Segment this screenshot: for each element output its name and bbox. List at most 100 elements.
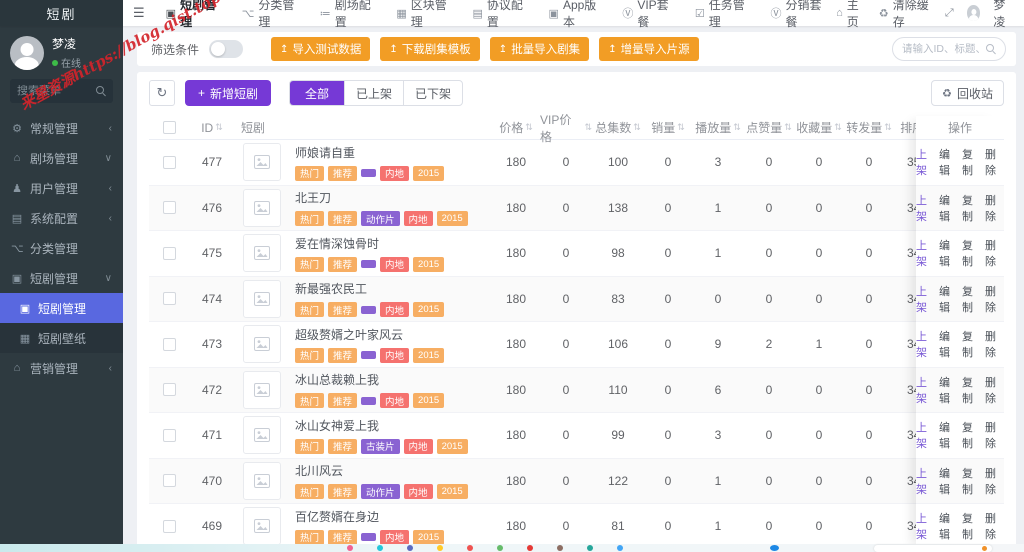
publish-link[interactable]: 上架 xyxy=(916,192,935,224)
select-all-checkbox[interactable] xyxy=(162,121,176,134)
recycle-bin-button[interactable]: ♻ 回收站 xyxy=(931,80,1004,106)
user-avatar-small[interactable] xyxy=(966,5,981,21)
edit-link[interactable]: 编辑 xyxy=(939,374,958,406)
menu-search-input[interactable] xyxy=(17,85,96,97)
publish-link[interactable]: 上架 xyxy=(916,374,935,406)
edit-link[interactable]: 编辑 xyxy=(939,146,958,178)
row-checkbox[interactable] xyxy=(162,201,176,215)
topnav-item[interactable]: ▣ App版本 xyxy=(538,0,612,29)
sidebar-item[interactable]: ▣ 短剧管理 xyxy=(0,293,123,323)
delete-link[interactable]: 删除 xyxy=(985,465,1004,497)
row-checkbox[interactable] xyxy=(162,383,176,397)
sort-icon[interactable]: ⇅ xyxy=(525,122,533,133)
sidebar-item[interactable]: ▤ 系统配置 ‹ xyxy=(0,203,123,233)
menu-search[interactable] xyxy=(10,79,113,103)
sidebar-item[interactable]: ⌥ 分类管理 xyxy=(0,233,123,263)
search-icon[interactable] xyxy=(96,86,106,96)
publish-link[interactable]: 上架 xyxy=(916,465,935,497)
copy-link[interactable]: 复制 xyxy=(962,419,981,451)
copy-link[interactable]: 复制 xyxy=(962,192,981,224)
edit-link[interactable]: 编辑 xyxy=(939,283,958,315)
row-checkbox[interactable] xyxy=(162,474,176,488)
row-checkbox[interactable] xyxy=(162,246,176,260)
delete-link[interactable]: 删除 xyxy=(985,146,1004,178)
delete-link[interactable]: 删除 xyxy=(985,192,1004,224)
copy-link[interactable]: 复制 xyxy=(962,237,981,269)
copy-link[interactable]: 复制 xyxy=(962,374,981,406)
copy-link[interactable]: 复制 xyxy=(962,465,981,497)
table-search-input[interactable] xyxy=(902,43,982,55)
fullscreen-button[interactable]: ⤢ xyxy=(945,7,954,20)
topnav-item[interactable]: Ⓥ VIP套餐 xyxy=(611,0,684,29)
home-link[interactable]: ⌂ 主页 xyxy=(836,0,866,30)
row-checkbox[interactable] xyxy=(162,428,176,442)
sort-icon[interactable]: ⇅ xyxy=(834,122,842,133)
import-button[interactable]: ↥ 批量导入剧集 xyxy=(489,37,590,61)
publish-link[interactable]: 上架 xyxy=(916,146,935,178)
cell-price: 180 xyxy=(505,155,527,170)
topnav-item[interactable]: Ⓥ 分销套餐 xyxy=(760,0,837,29)
edit-link[interactable]: 编辑 xyxy=(939,328,958,360)
cell-price: 180 xyxy=(505,519,527,534)
import-button[interactable]: ↥ 下载剧集模板 xyxy=(380,37,480,61)
table-search[interactable] xyxy=(892,37,1006,61)
sort-icon[interactable]: ⇅ xyxy=(215,122,223,133)
clear-cache-button[interactable]: ♻ 清除缓存 xyxy=(879,0,932,30)
sidebar-item[interactable]: ⌂ 营销管理 ‹ xyxy=(0,353,123,383)
delete-link[interactable]: 删除 xyxy=(985,374,1004,406)
sort-icon[interactable]: ⇅ xyxy=(677,122,685,133)
edit-link[interactable]: 编辑 xyxy=(939,465,958,497)
publish-link[interactable]: 上架 xyxy=(916,510,935,542)
delete-link[interactable]: 删除 xyxy=(985,510,1004,542)
delete-link[interactable]: 删除 xyxy=(985,328,1004,360)
tab-已上架[interactable]: 已上架 xyxy=(344,81,403,105)
sidebar-item[interactable]: ▣ 短剧管理 ∨ xyxy=(0,263,123,293)
sort-icon[interactable]: ⇅ xyxy=(733,122,741,133)
import-button[interactable]: ↥ 增量导入片源 xyxy=(599,37,699,61)
topnav-item[interactable]: ▤ 协议配置 xyxy=(461,0,537,29)
row-checkbox[interactable] xyxy=(162,155,176,169)
row-checkbox[interactable] xyxy=(162,292,176,306)
copy-link[interactable]: 复制 xyxy=(962,510,981,542)
sort-icon[interactable]: ⇅ xyxy=(784,122,792,133)
topnav-item[interactable]: ⌥ 分类管理 xyxy=(231,0,309,29)
topnav-item[interactable]: ▦ 区块管理 xyxy=(385,0,461,29)
tab-全部[interactable]: 全部 xyxy=(290,81,345,105)
copy-link[interactable]: 复制 xyxy=(962,146,981,178)
publish-link[interactable]: 上架 xyxy=(916,328,935,360)
copy-link[interactable]: 复制 xyxy=(962,328,981,360)
user-menu[interactable]: 梦凌 xyxy=(993,0,1014,30)
topnav-item[interactable]: ▣ 短剧管理 xyxy=(155,0,231,29)
row-checkbox[interactable] xyxy=(162,337,176,351)
delete-link[interactable]: 删除 xyxy=(985,237,1004,269)
delete-link[interactable]: 删除 xyxy=(985,283,1004,315)
sidebar-item[interactable]: ⌂ 剧场管理 ∨ xyxy=(0,143,123,173)
edit-link[interactable]: 编辑 xyxy=(939,237,958,269)
add-drama-button[interactable]: + 新增短剧 xyxy=(185,80,272,106)
avatar[interactable] xyxy=(10,35,44,70)
menu-toggle-icon[interactable]: ☰ xyxy=(123,5,155,21)
import-button[interactable]: ↥ 导入测试数据 xyxy=(271,37,371,61)
sort-icon[interactable]: ⇅ xyxy=(584,122,592,133)
delete-link[interactable]: 删除 xyxy=(985,419,1004,451)
sort-icon[interactable]: ⇅ xyxy=(884,122,892,133)
search-icon[interactable] xyxy=(986,44,996,54)
sidebar-item[interactable]: ♟ 用户管理 ‹ xyxy=(0,173,123,203)
topnav-item[interactable]: ≔ 剧场配置 xyxy=(309,0,386,29)
publish-link[interactable]: 上架 xyxy=(916,419,935,451)
publish-link[interactable]: 上架 xyxy=(916,237,935,269)
sort-icon[interactable]: ⇅ xyxy=(633,122,641,133)
sidebar-item[interactable]: ▦ 短剧壁纸 xyxy=(0,323,123,353)
publish-link[interactable]: 上架 xyxy=(916,283,935,315)
sidebar-item[interactable]: ⚙ 常规管理 ‹ xyxy=(0,113,123,143)
refresh-button[interactable]: ↻ xyxy=(149,80,175,106)
edit-link[interactable]: 编辑 xyxy=(939,419,958,451)
topnav-item[interactable]: ☑ 任务管理 xyxy=(684,0,760,29)
filter-toggle[interactable] xyxy=(209,40,244,58)
edit-link[interactable]: 编辑 xyxy=(939,192,958,224)
row-checkbox[interactable] xyxy=(162,519,176,533)
copy-link[interactable]: 复制 xyxy=(962,283,981,315)
edit-link[interactable]: 编辑 xyxy=(939,510,958,542)
tab-已下架[interactable]: 已下架 xyxy=(403,81,462,105)
row-checkbox-cell xyxy=(149,292,189,306)
